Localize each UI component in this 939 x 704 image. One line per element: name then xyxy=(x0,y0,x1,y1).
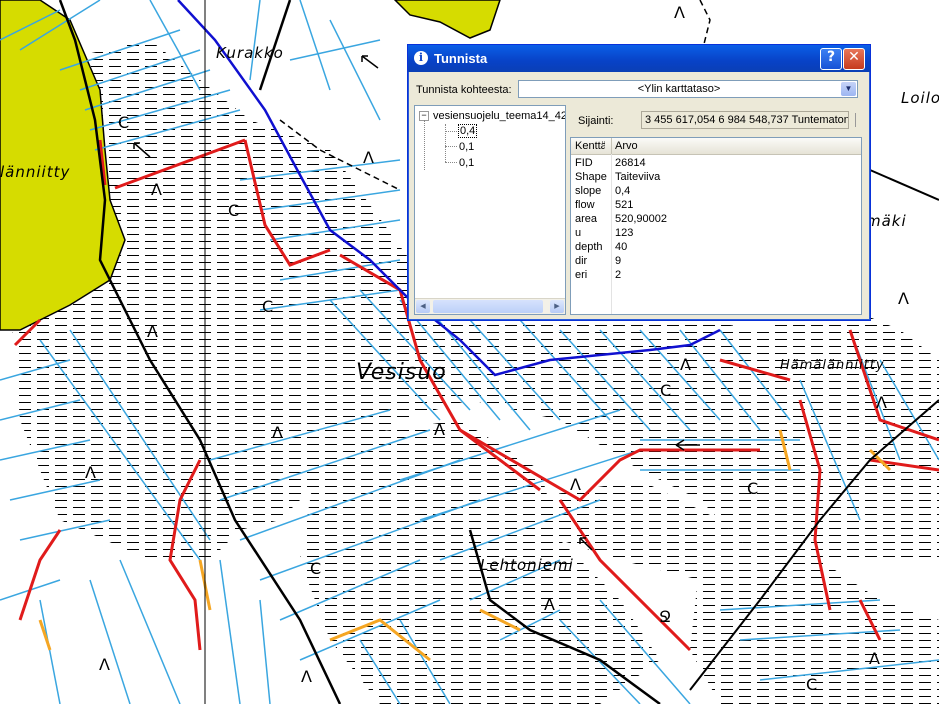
svg-text:Λ: Λ xyxy=(544,595,555,614)
svg-text:C: C xyxy=(660,381,671,400)
svg-text:Λ: Λ xyxy=(99,655,110,674)
field-name: flow xyxy=(575,199,595,211)
table-row[interactable]: depth 40 xyxy=(571,240,861,254)
column-header-value[interactable]: Arvo xyxy=(615,140,638,152)
field-name: Shape xyxy=(575,171,607,183)
map-label-loilo: Loilo xyxy=(901,89,939,107)
column-header-field[interactable]: Kenttä xyxy=(575,140,605,152)
map-label-hamalanniitty: Hämälänniitty xyxy=(780,358,885,373)
attribute-grid[interactable]: Kenttä Arvo FID 26814 Shape Taiteviiva s… xyxy=(570,137,862,315)
location-label: Sijainti: xyxy=(578,115,614,127)
table-row[interactable]: u 123 xyxy=(571,226,861,240)
results-tree[interactable]: − vesiensuojelu_teema14_4280 0,4 0,1 0,1… xyxy=(414,105,566,315)
svg-text:Λ: Λ xyxy=(876,393,887,412)
field-value: 0,4 xyxy=(615,185,631,197)
scroll-right-icon[interactable]: ▶ xyxy=(550,300,564,313)
table-row[interactable]: slope 0,4 xyxy=(571,184,861,198)
svg-text:Λ: Λ xyxy=(85,463,96,482)
scroll-left-icon[interactable]: ◀ xyxy=(416,300,430,313)
svg-text:C: C xyxy=(262,297,273,316)
field-value: 2 xyxy=(615,269,622,281)
field-value: 123 xyxy=(615,227,634,239)
svg-text:Λ: Λ xyxy=(570,475,581,494)
table-row[interactable]: flow 521 xyxy=(571,198,861,212)
field-value: 520,90002 xyxy=(615,213,667,225)
svg-text:Λ: Λ xyxy=(434,420,445,439)
panel-splitter[interactable] xyxy=(855,113,860,127)
identify-from-select[interactable]: <Ylin karttataso> ▼ xyxy=(518,80,858,98)
identify-from-label: Tunnista kohteesta: xyxy=(416,84,512,96)
table-row[interactable]: dir 9 xyxy=(571,254,861,268)
map-label-maki: mäki xyxy=(866,212,907,230)
field-value: 521 xyxy=(615,199,634,211)
field-name: FID xyxy=(575,157,593,169)
window-title: Tunnista xyxy=(434,51,488,66)
svg-text:C: C xyxy=(118,113,129,132)
tree-connector xyxy=(445,131,457,132)
svg-text:C: C xyxy=(310,559,321,578)
field-name: area xyxy=(575,213,598,225)
svg-text:Λ: Λ xyxy=(898,289,909,308)
map-label-vesisuo: Vesisuo xyxy=(356,360,447,385)
field-name: eri xyxy=(575,269,588,281)
tree-connector xyxy=(445,124,446,162)
table-row[interactable]: FID 26814 xyxy=(571,156,861,170)
identify-window[interactable]: i Tunnista ? ✕ Tunnista kohteesta: <Ylin… xyxy=(407,44,871,321)
tree-connector xyxy=(445,146,457,147)
field-area-top xyxy=(393,0,501,39)
close-button[interactable]: ✕ xyxy=(843,48,865,70)
svg-text:C: C xyxy=(747,479,758,498)
tree-connector xyxy=(424,120,425,170)
tree-connector xyxy=(445,162,457,163)
field-value: Taiteviiva xyxy=(615,171,661,183)
column-divider[interactable] xyxy=(611,138,612,154)
svg-text:C: C xyxy=(806,675,817,694)
tree-layer-item[interactable]: vesiensuojelu_teema14_4280 xyxy=(433,110,565,122)
tree-value-item[interactable]: 0,4 xyxy=(457,124,478,138)
table-row[interactable]: Shape Taiteviiva xyxy=(571,170,861,184)
location-value: 3 455 617,054 6 984 548,737 Tuntematon xyxy=(645,114,849,126)
svg-text:Λ: Λ xyxy=(363,148,374,167)
info-icon: i xyxy=(414,51,428,65)
svg-text:Λ: Λ xyxy=(147,322,158,341)
table-row[interactable]: area 520,90002 xyxy=(571,212,861,226)
window-titlebar[interactable]: i Tunnista ? ✕ xyxy=(408,45,870,72)
svg-text:Λ: Λ xyxy=(869,649,880,668)
tree-value-item[interactable]: 0,1 xyxy=(459,157,474,169)
svg-text:Λ: Λ xyxy=(680,355,691,374)
field-value: 40 xyxy=(615,241,628,253)
field-name: depth xyxy=(575,241,603,253)
location-field: 3 455 617,054 6 984 548,737 Tuntematon xyxy=(641,111,849,129)
svg-text:Λ: Λ xyxy=(674,3,685,22)
tree-value-item[interactable]: 0,1 xyxy=(459,141,474,153)
map-label-kurakko: Kurakko xyxy=(216,44,284,62)
map-label-lanniitty: länniitty xyxy=(0,163,71,181)
svg-text:C: C xyxy=(228,201,239,220)
field-name: u xyxy=(575,227,582,239)
tree-horizontal-scrollbar[interactable]: ◀ ▶ xyxy=(415,298,565,314)
svg-text:Λ: Λ xyxy=(301,667,312,686)
svg-text:Λ: Λ xyxy=(151,180,162,199)
map-label-lehtoniemi: Lehtoniemi xyxy=(480,556,574,574)
table-row[interactable]: eri 2 xyxy=(571,268,861,282)
field-name: dir xyxy=(575,255,588,267)
field-value: 26814 xyxy=(615,157,646,169)
svg-text:Ջ: Ջ xyxy=(659,607,671,626)
help-button[interactable]: ? xyxy=(820,48,842,70)
grid-header: Kenttä Arvo xyxy=(571,138,861,155)
chevron-down-icon[interactable]: ▼ xyxy=(841,82,856,96)
field-value: 9 xyxy=(615,255,622,267)
scrollbar-thumb[interactable] xyxy=(433,300,543,313)
svg-text:Λ: Λ xyxy=(272,423,283,442)
field-name: slope xyxy=(575,185,602,197)
identify-from-value: <Ylin karttataso> xyxy=(637,83,721,95)
